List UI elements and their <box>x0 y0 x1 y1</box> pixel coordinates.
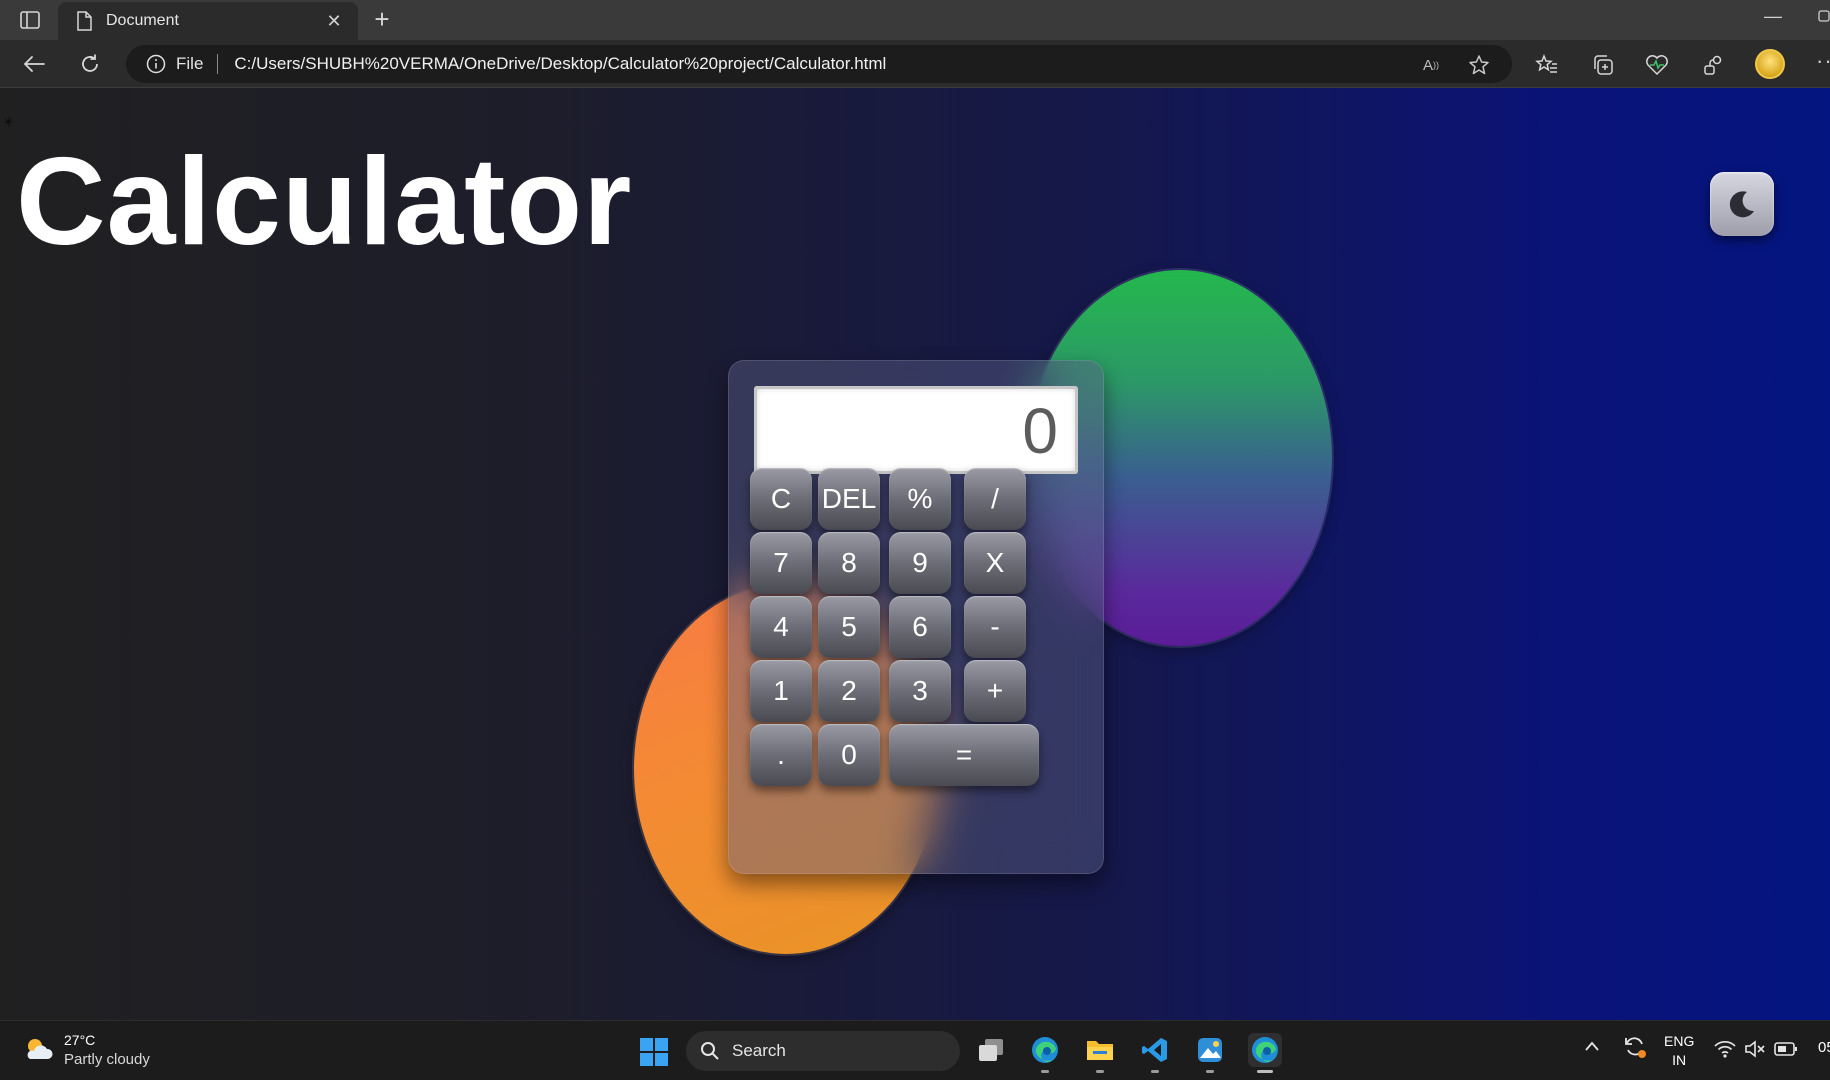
browser-toolbar: File C:/Users/SHUBH%20VERMA/OneDrive/Des… <box>0 40 1830 88</box>
volume-muted-icon[interactable] <box>1744 1040 1766 1062</box>
key-2[interactable]: 2 <box>818 660 880 722</box>
address-bar[interactable]: File C:/Users/SHUBH%20VERMA/OneDrive/Des… <box>126 45 1512 83</box>
minimize-button[interactable]: — <box>1764 6 1782 27</box>
taskbar-search[interactable]: Search <box>686 1031 960 1071</box>
key-5[interactable]: 5 <box>818 596 880 658</box>
key-add[interactable]: + <box>964 660 1026 722</box>
key-decimal[interactable]: . <box>750 724 812 786</box>
edge-icon[interactable] <box>1028 1033 1062 1073</box>
moon-icon <box>1729 191 1754 218</box>
key-divide[interactable]: / <box>964 468 1026 530</box>
windows-start-icon[interactable] <box>639 1037 669 1067</box>
wifi-icon[interactable] <box>1714 1040 1736 1062</box>
dark-mode-toggle[interactable] <box>1710 172 1774 236</box>
photos-icon[interactable] <box>1193 1033 1227 1073</box>
key-6[interactable]: 6 <box>889 596 951 658</box>
tab-title: Document <box>106 12 179 29</box>
running-indicator <box>1151 1070 1159 1073</box>
running-indicator <box>1206 1070 1214 1073</box>
weather-temperature: 27°C <box>64 1032 96 1048</box>
file-explorer-icon[interactable] <box>1083 1033 1117 1073</box>
key-1[interactable]: 1 <box>750 660 812 722</box>
collections-icon[interactable] <box>1590 52 1616 78</box>
refresh-icon[interactable] <box>76 50 104 78</box>
sun-icon[interactable]: ☀ <box>2 114 15 131</box>
address-url[interactable]: C:/Users/SHUBH%20VERMA/OneDrive/Desktop/… <box>234 54 886 74</box>
key-delete[interactable]: DEL <box>818 468 880 530</box>
key-equals[interactable]: = <box>889 724 1039 786</box>
key-multiply[interactable]: X <box>964 532 1026 594</box>
language-region: IN <box>1672 1052 1687 1068</box>
language-code: ENG <box>1664 1033 1695 1049</box>
tab-bar: Document ✕ + — <box>0 0 1830 40</box>
maximize-icon[interactable] <box>1818 6 1830 27</box>
document-icon <box>74 11 94 31</box>
tab-document[interactable]: Document ✕ <box>58 2 358 40</box>
clock-time[interactable]: 05 <box>1818 1039 1830 1056</box>
input-language[interactable]: ENG IN <box>1664 1032 1694 1070</box>
tab-actions-icon[interactable] <box>14 8 46 32</box>
running-indicator <box>1041 1070 1049 1073</box>
taskbar: 27°C Partly cloudy Search ENG IN 0 <box>0 1020 1830 1080</box>
read-aloud-icon[interactable]: A)) <box>1420 54 1442 76</box>
address-scheme: File <box>176 54 204 73</box>
edge-active-icon[interactable] <box>1248 1033 1282 1073</box>
profile-avatar[interactable] <box>1755 49 1785 79</box>
key-clear[interactable]: C <box>750 468 812 530</box>
search-icon <box>701 1042 719 1060</box>
battery-icon[interactable] <box>1774 1041 1798 1061</box>
page-content: ☀ Calculator 0 C DEL % / 7 8 9 X 4 5 6 -… <box>0 88 1830 1020</box>
page-title: Calculator <box>16 133 633 271</box>
key-0[interactable]: 0 <box>818 724 880 786</box>
favorites-icon[interactable] <box>1534 52 1560 78</box>
task-view-icon[interactable] <box>974 1033 1008 1067</box>
calculator: 0 C DEL % / 7 8 9 X 4 5 6 - 1 2 3 + . 0 … <box>728 360 1104 874</box>
key-8[interactable]: 8 <box>818 532 880 594</box>
key-4[interactable]: 4 <box>750 596 812 658</box>
extensions-icon[interactable] <box>1700 52 1726 78</box>
back-arrow-icon[interactable] <box>20 50 48 78</box>
key-9[interactable]: 9 <box>889 532 951 594</box>
close-icon[interactable]: ✕ <box>324 11 344 31</box>
key-subtract[interactable]: - <box>964 596 1026 658</box>
vscode-icon[interactable] <box>1138 1033 1172 1073</box>
search-label: Search <box>732 1041 786 1060</box>
active-indicator <box>1257 1070 1273 1073</box>
weather-partly-cloudy-icon[interactable] <box>22 1035 54 1063</box>
browser-essentials-icon[interactable] <box>1644 52 1670 78</box>
running-indicator <box>1096 1070 1104 1073</box>
key-3[interactable]: 3 <box>889 660 951 722</box>
calculator-display: 0 <box>754 386 1078 474</box>
more-menu-icon[interactable]: ··· <box>1816 48 1830 74</box>
key-percent[interactable]: % <box>889 468 951 530</box>
info-icon[interactable] <box>146 54 166 74</box>
chevron-up-icon[interactable] <box>1584 1039 1600 1056</box>
display-value: 0 <box>1022 395 1058 467</box>
new-tab-button[interactable]: + <box>368 6 396 34</box>
key-7[interactable]: 7 <box>750 532 812 594</box>
address-separator <box>217 54 219 74</box>
sync-icon[interactable] <box>1622 1035 1648 1063</box>
favorite-star-icon[interactable] <box>1468 54 1490 76</box>
weather-description: Partly cloudy <box>64 1051 150 1068</box>
